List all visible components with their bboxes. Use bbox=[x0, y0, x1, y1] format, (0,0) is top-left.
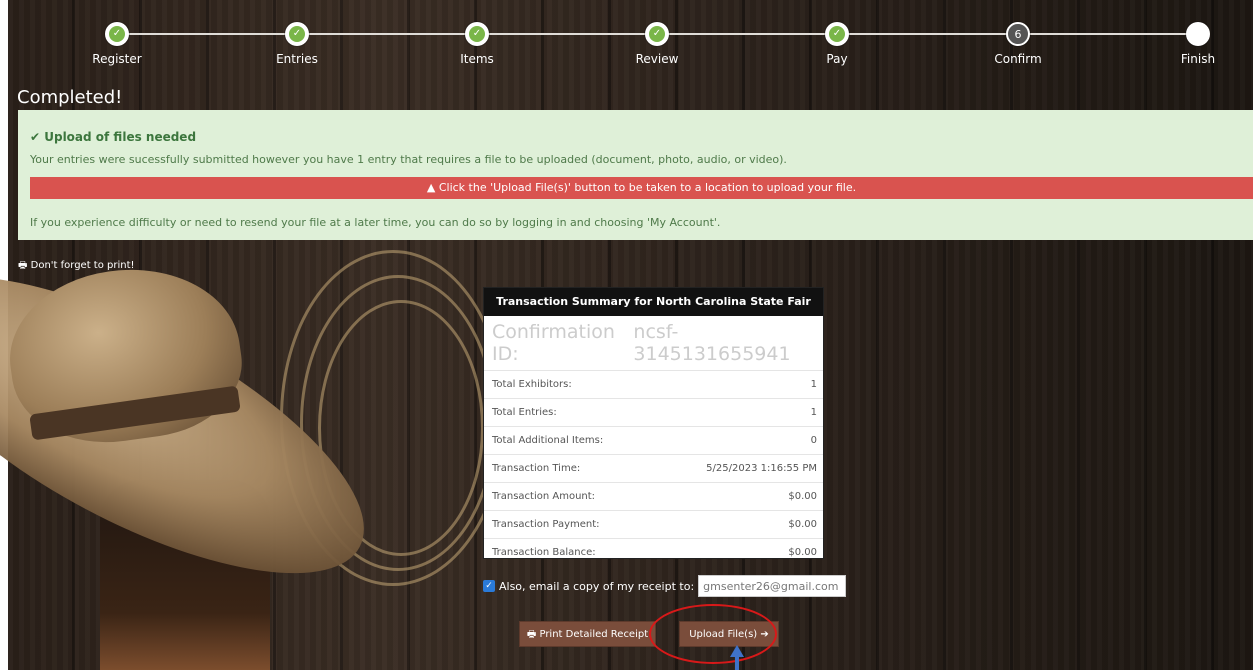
confirmation-row: Confirmation ID: ncsf-3145131655941 bbox=[484, 316, 823, 371]
step-confirm: 6 Confirm bbox=[973, 22, 1063, 66]
step-label: Entries bbox=[276, 52, 318, 66]
email-input[interactable] bbox=[698, 575, 847, 597]
step-pay: ✓ Pay bbox=[792, 22, 882, 66]
printer-icon: 🖶 bbox=[526, 629, 540, 640]
email-receipt-checkbox[interactable]: ✓ bbox=[483, 580, 495, 592]
summary-row: Total Additional Items: 0 bbox=[484, 427, 823, 455]
print-reminder-text: Don't forget to print! bbox=[30, 260, 135, 271]
step-complete-icon: ✓ bbox=[105, 22, 129, 46]
summary-row: Transaction Balance: $0.00 bbox=[484, 539, 823, 566]
alert-heading-text: Upload of files needed bbox=[44, 130, 197, 144]
row-value: 1 bbox=[810, 407, 817, 418]
email-receipt-option: ✓ Also, email a copy of my receipt to: bbox=[483, 575, 847, 597]
summary-row: Total Entries: 1 bbox=[484, 399, 823, 427]
row-value: 5/25/2023 1:16:55 PM bbox=[706, 463, 817, 474]
print-receipt-label: Print Detailed Receipt bbox=[539, 629, 649, 640]
step-number: 6 bbox=[1006, 22, 1030, 46]
progress-steps: ✓ Register ✓ Entries ✓ Items ✓ Review ✓ … bbox=[8, 0, 1253, 80]
row-value: $0.00 bbox=[788, 547, 817, 558]
printer-icon: 🖶 bbox=[18, 260, 31, 271]
step-complete-icon: ✓ bbox=[825, 22, 849, 46]
row-label: Total Entries: bbox=[492, 407, 557, 418]
row-label: Transaction Payment: bbox=[492, 519, 600, 530]
annotation-circle bbox=[649, 604, 777, 664]
row-label: Transaction Balance: bbox=[492, 547, 596, 558]
summary-row: Total Exhibitors: 1 bbox=[484, 371, 823, 399]
upload-instruction-banner: ▲ Click the 'Upload File(s)' button to b… bbox=[30, 177, 1253, 199]
annotation-arrow-stem bbox=[735, 655, 739, 670]
confirmation-label: Confirmation ID: bbox=[492, 321, 615, 365]
row-value: 1 bbox=[810, 379, 817, 390]
step-label: Confirm bbox=[994, 52, 1042, 66]
step-complete-icon: ✓ bbox=[285, 22, 309, 46]
row-label: Transaction Amount: bbox=[492, 491, 596, 502]
confirmation-id: ncsf-3145131655941 bbox=[633, 321, 791, 365]
row-value: 0 bbox=[810, 435, 817, 446]
check-icon: ✔ bbox=[30, 130, 45, 144]
step-label: Pay bbox=[826, 52, 848, 66]
step-label: Register bbox=[92, 52, 142, 66]
transaction-summary: Transaction Summary for North Carolina S… bbox=[483, 287, 824, 559]
upload-needed-alert: ✔ Upload of files needed Your entries we… bbox=[18, 110, 1253, 240]
step-register: ✓ Register bbox=[72, 22, 162, 66]
summary-title: Transaction Summary for North Carolina S… bbox=[484, 288, 823, 316]
warning-icon: ▲ bbox=[426, 181, 439, 194]
alert-heading: ✔ Upload of files needed bbox=[30, 130, 196, 144]
print-reminder[interactable]: 🖶 Don't forget to print! bbox=[18, 258, 135, 275]
row-value: $0.00 bbox=[788, 519, 817, 530]
alert-help-text: If you experience difficulty or need to … bbox=[30, 216, 721, 229]
page-title: Completed! bbox=[17, 87, 123, 108]
print-receipt-button[interactable]: 🖶 Print Detailed Receipt bbox=[519, 621, 656, 647]
email-receipt-label: Also, email a copy of my receipt to: bbox=[499, 579, 695, 593]
step-entries: ✓ Entries bbox=[252, 22, 342, 66]
step-complete-icon: ✓ bbox=[645, 22, 669, 46]
step-label: Finish bbox=[1180, 52, 1216, 66]
summary-row: Transaction Time: 5/25/2023 1:16:55 PM bbox=[484, 455, 823, 483]
step-number: 7 bbox=[1186, 22, 1210, 46]
row-label: Transaction Time: bbox=[492, 463, 581, 474]
step-items: ✓ Items bbox=[432, 22, 522, 66]
summary-row: Transaction Payment: $0.00 bbox=[484, 511, 823, 539]
step-review: ✓ Review bbox=[612, 22, 702, 66]
row-value: $0.00 bbox=[788, 491, 817, 502]
banner-text: Click the 'Upload File(s)' button to be … bbox=[438, 181, 857, 194]
summary-row: Transaction Amount: $0.00 bbox=[484, 483, 823, 511]
step-finish: 7 Finish bbox=[1153, 22, 1243, 66]
step-label: Review bbox=[635, 52, 679, 66]
row-label: Total Additional Items: bbox=[492, 435, 604, 446]
row-label: Total Exhibitors: bbox=[492, 379, 572, 390]
step-label: Items bbox=[460, 52, 494, 66]
alert-message: Your entries were sucessfully submitted … bbox=[30, 153, 787, 166]
step-complete-icon: ✓ bbox=[465, 22, 489, 46]
